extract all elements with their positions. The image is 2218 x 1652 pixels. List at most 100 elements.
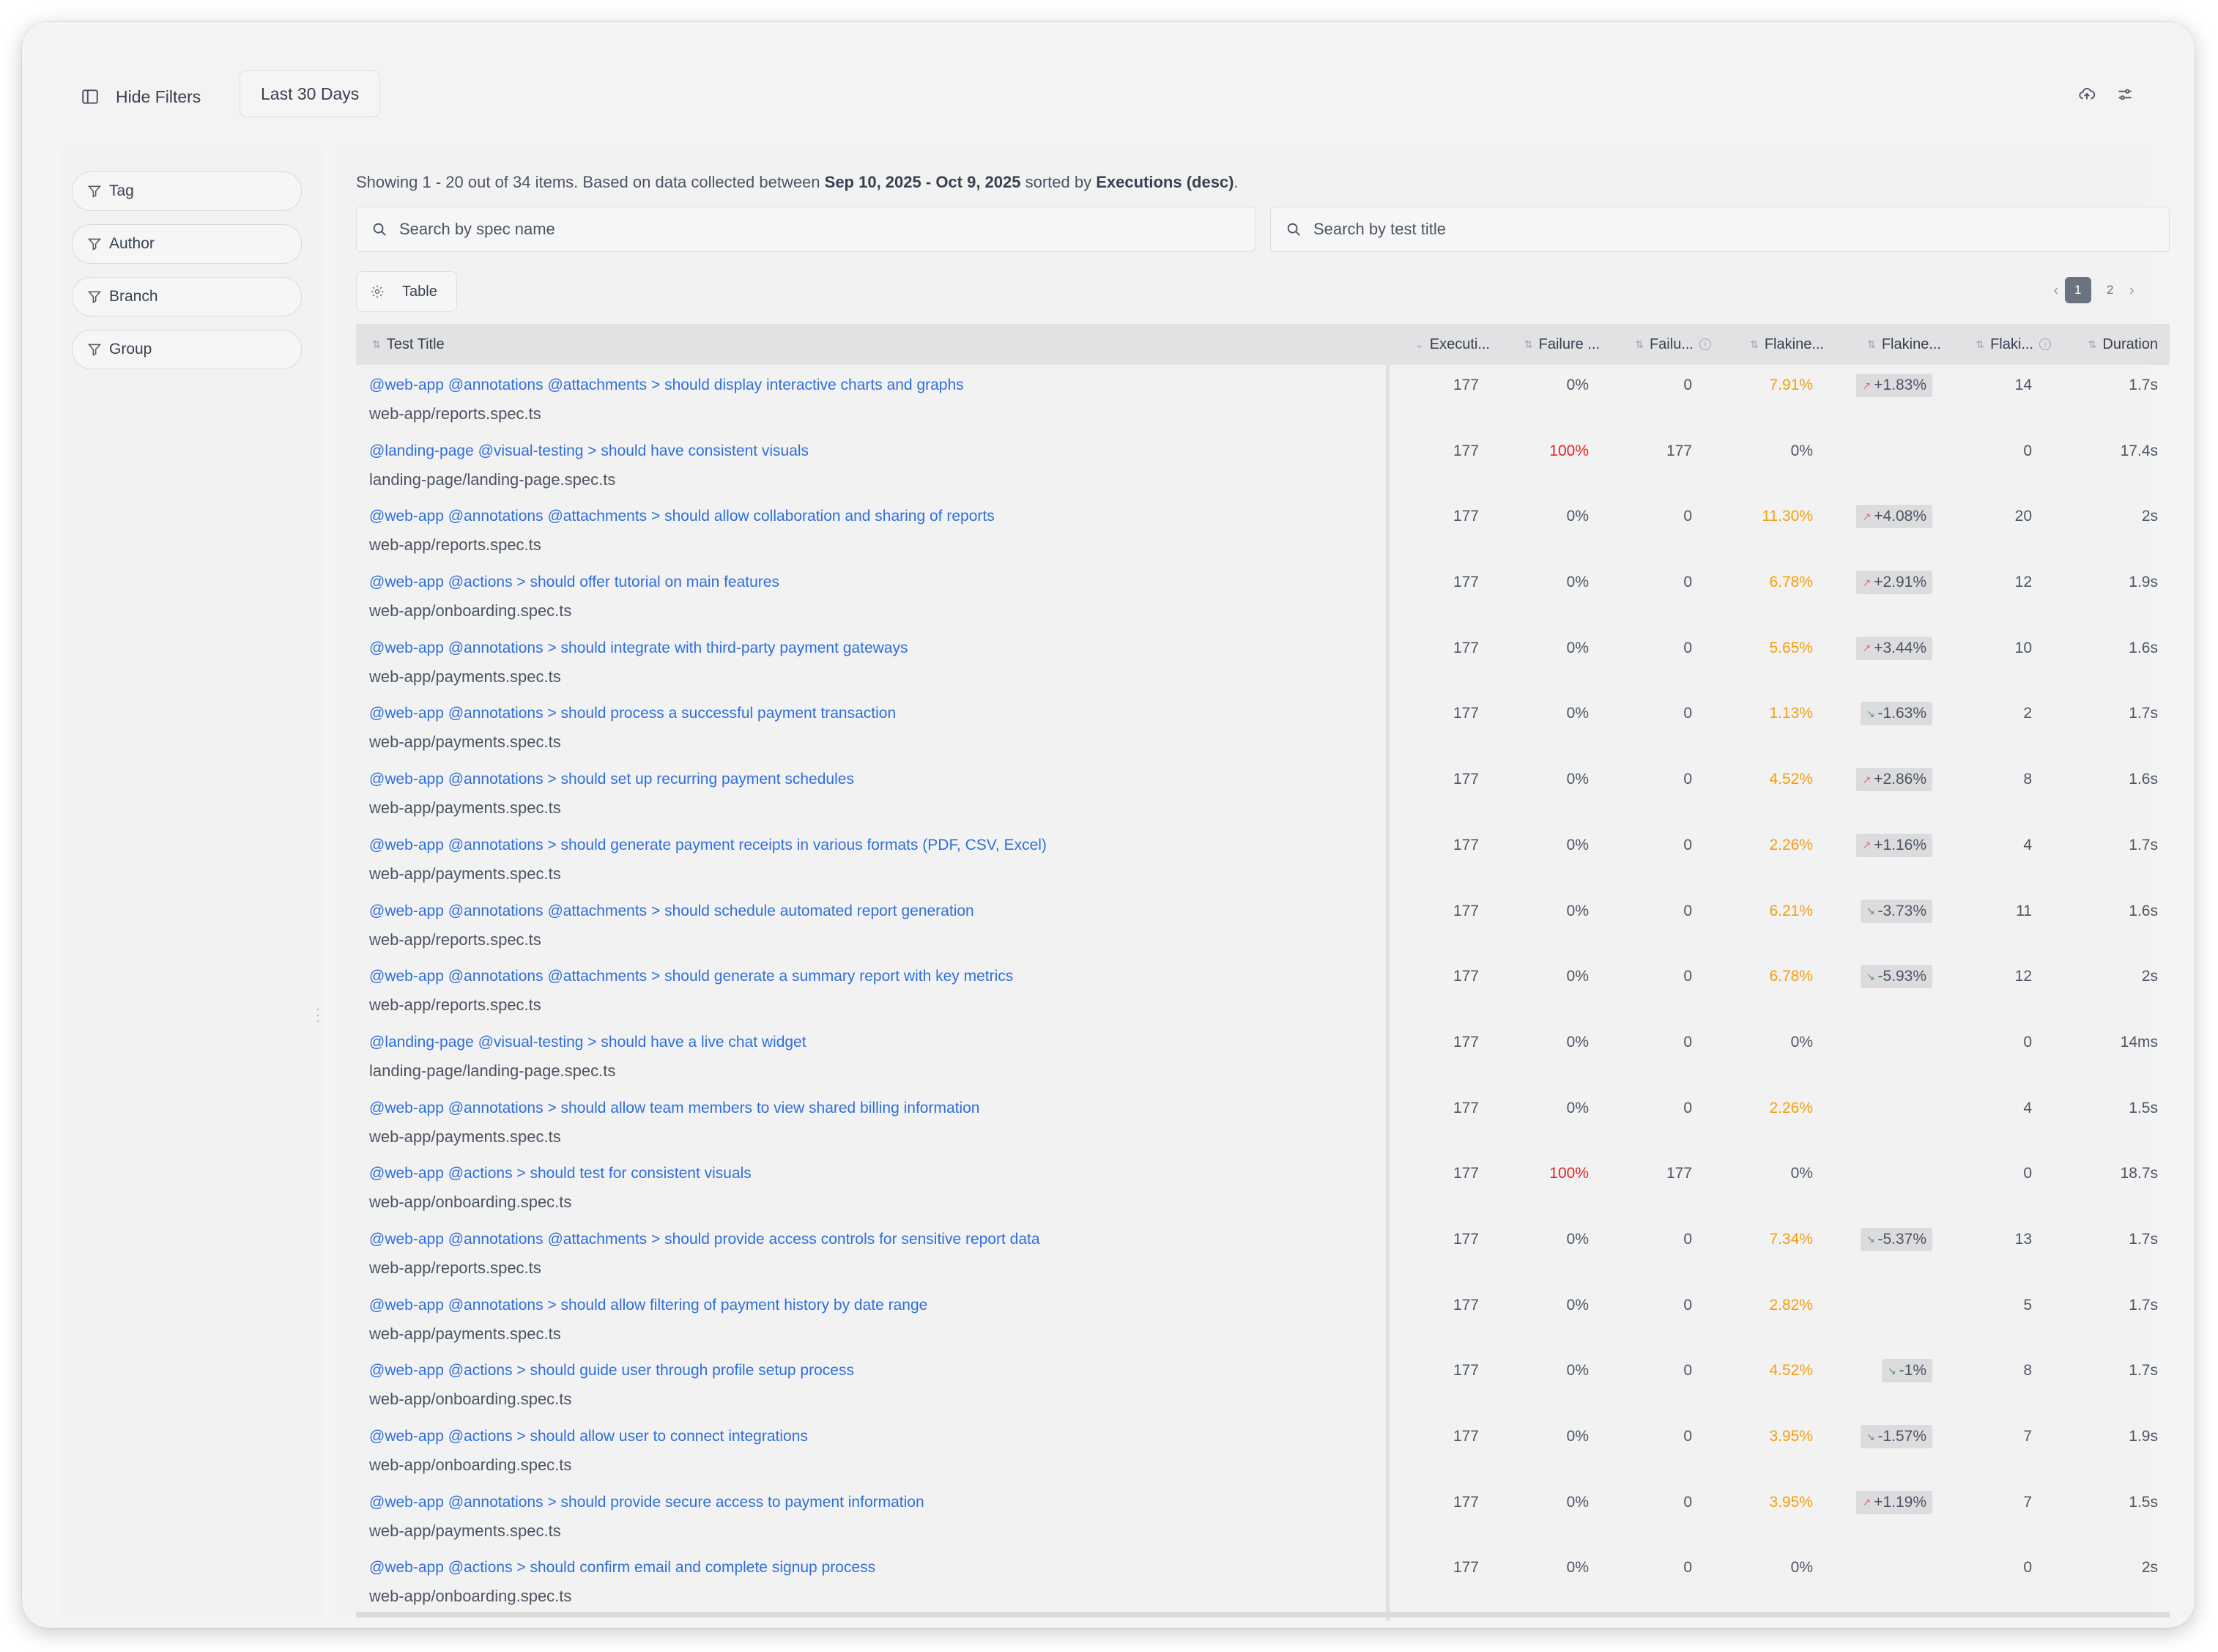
flaky-count-value: 0: [2023, 1033, 2032, 1051]
failures-value: 0: [1683, 968, 1692, 985]
flaky-count-value: 0: [2023, 442, 2032, 459]
cloud-upload-icon[interactable]: [2077, 85, 2096, 104]
filter-label: Tag: [109, 182, 134, 199]
table-row[interactable]: @web-app @annotations > should provide s…: [356, 1482, 2170, 1548]
table-row[interactable]: @web-app @annotations > should allow fil…: [356, 1285, 2170, 1351]
test-title-link[interactable]: @web-app @actions > should guide user th…: [369, 1362, 854, 1379]
table-row[interactable]: @web-app @annotations > should process a…: [356, 693, 2170, 759]
table-row[interactable]: @web-app @annotations @attachments > sho…: [356, 956, 2170, 1022]
trend-value: +1.19%: [1874, 1493, 1926, 1511]
test-title-link[interactable]: @web-app @actions > should test for cons…: [369, 1165, 752, 1182]
table-row[interactable]: @web-app @annotations > should integrate…: [356, 628, 2170, 694]
page-1-button[interactable]: 1: [2064, 277, 2091, 303]
flaky-count-value: 0: [2023, 1165, 2032, 1182]
filter-group[interactable]: Group: [72, 330, 302, 369]
trend-value: -5.37%: [1877, 1230, 1926, 1248]
table-row[interactable]: @landing-page @visual-testing > should h…: [356, 431, 2170, 497]
executions-value: 177: [1453, 377, 1479, 393]
info-icon[interactable]: i: [1699, 338, 1711, 350]
sidebar-resize-handle[interactable]: [316, 1002, 319, 1029]
tests-table: ⇅ Test Title ⌄ Executi... ⇅ Failure ... ⇅ Fa…: [356, 324, 2170, 1620]
table-row[interactable]: @web-app @annotations @attachments > sho…: [356, 365, 2170, 431]
test-title-link[interactable]: @web-app @annotations > should allow tea…: [369, 1100, 979, 1117]
test-title-link[interactable]: @web-app @annotations > should process a…: [369, 705, 896, 722]
col-test-title[interactable]: ⇅ Test Title: [372, 324, 812, 365]
table-row[interactable]: @web-app @actions > should allow user to…: [356, 1416, 2170, 1482]
next-page-button[interactable]: ›: [2129, 281, 2134, 300]
test-title-link[interactable]: @web-app @annotations @attachments > sho…: [369, 968, 1013, 985]
col-failure-rate[interactable]: ⇅ Failure ...: [1499, 324, 1600, 365]
test-title-link[interactable]: @web-app @actions > should offer tutoria…: [369, 574, 779, 591]
test-title-link[interactable]: @web-app @annotations > should set up re…: [369, 771, 854, 788]
flakiness-trend-badge: ↘ -1.57%: [1860, 1425, 1932, 1448]
table-row[interactable]: @landing-page @visual-testing > should h…: [356, 1022, 2170, 1088]
test-title-link[interactable]: @web-app @actions > should confirm email…: [369, 1559, 875, 1577]
spec-search-input[interactable]: Search by spec name: [356, 207, 1255, 252]
horizontal-scrollbar[interactable]: [356, 1612, 2170, 1618]
test-title-link[interactable]: @web-app @annotations @attachments > sho…: [369, 508, 995, 525]
duration-value: 1.7s: [2129, 1230, 2158, 1248]
test-title-link[interactable]: @web-app @annotations > should integrate…: [369, 640, 908, 657]
col-flakiness-rate[interactable]: ⇅ Flakine...: [1720, 324, 1824, 365]
col-executions[interactable]: ⌄ Executi...: [1391, 324, 1490, 365]
flakiness-rate-value: 6.78%: [1769, 968, 1813, 985]
title-search-input[interactable]: Search by test title: [1270, 207, 2170, 252]
table-row[interactable]: @web-app @actions > should confirm email…: [356, 1547, 2170, 1613]
duration-value: 1.7s: [2129, 705, 2158, 722]
test-title-link[interactable]: @web-app @annotations @attachments > sho…: [369, 1231, 1040, 1248]
test-title-link[interactable]: @web-app @annotations > should allow fil…: [369, 1297, 927, 1314]
filter-tag[interactable]: Tag: [72, 171, 302, 211]
info-icon[interactable]: i: [2039, 338, 2051, 350]
hide-filters-button[interactable]: Hide Filters: [81, 76, 201, 117]
table-row[interactable]: @web-app @annotations > should generate …: [356, 825, 2170, 891]
failure-rate-value: 0%: [1566, 902, 1589, 919]
filter-author[interactable]: Author: [72, 224, 302, 264]
flakiness-rate-value: 6.78%: [1769, 574, 1813, 591]
pagination: ‹ 1 2 ›: [2053, 277, 2134, 303]
col-failures[interactable]: ⇅ Failu... i: [1609, 324, 1711, 365]
test-title-link[interactable]: @web-app @annotations > should provide s…: [369, 1494, 924, 1511]
table-view-button[interactable]: Table: [356, 271, 457, 312]
flakiness-trend-badge: ↗ +2.91%: [1856, 571, 1932, 595]
test-title-link[interactable]: @web-app @annotations > should generate …: [369, 837, 1047, 854]
spec-file: web-app/reports.spec.ts: [369, 404, 541, 423]
trend-value: +2.86%: [1874, 771, 1926, 788]
spec-file: web-app/reports.spec.ts: [369, 536, 541, 555]
failures-value: 0: [1683, 1099, 1692, 1116]
filter-icon: [87, 344, 102, 356]
flakiness-rate-value: 2.82%: [1769, 1296, 1813, 1314]
flakiness-rate-value: 7.91%: [1769, 377, 1813, 393]
spec-file: landing-page/landing-page.spec.ts: [369, 1061, 616, 1080]
col-duration[interactable]: ⇅ Duration: [2055, 324, 2158, 365]
col-flaky[interactable]: ⇅ Flaki... i: [1947, 324, 2051, 365]
table-row[interactable]: @web-app @annotations @attachments > sho…: [356, 1219, 2170, 1285]
date-range-button[interactable]: Last 30 Days: [240, 70, 381, 117]
test-title-link[interactable]: @web-app @annotations @attachments > sho…: [369, 377, 964, 394]
table-row[interactable]: @web-app @annotations > should set up re…: [356, 759, 2170, 825]
summary-separator: -: [921, 173, 936, 191]
sliders-icon[interactable]: [2115, 85, 2134, 104]
filter-branch[interactable]: Branch: [72, 277, 302, 316]
col-flakiness-trend[interactable]: ⇅ Flakine...: [1830, 324, 1941, 365]
table-row[interactable]: @web-app @actions > should guide user th…: [356, 1350, 2170, 1416]
test-title-link[interactable]: @web-app @actions > should allow user to…: [369, 1428, 808, 1445]
table-row[interactable]: @web-app @actions > should test for cons…: [356, 1153, 2170, 1219]
spec-file: web-app/payments.spec.ts: [369, 1521, 561, 1540]
page-2-button[interactable]: 2: [2097, 277, 2124, 303]
trend-up-icon: ↗: [1862, 773, 1872, 785]
test-title-link[interactable]: @landing-page @visual-testing > should h…: [369, 442, 809, 460]
duration-value: 2s: [2141, 1559, 2158, 1577]
prev-page-button[interactable]: ‹: [2053, 281, 2058, 300]
app-window: Hide Filters Last 30 Days Tag Author Bra…: [22, 22, 2195, 1628]
flaky-count-value: 20: [2014, 508, 2032, 525]
table-row[interactable]: @web-app @annotations @attachments > sho…: [356, 496, 2170, 562]
test-title-link[interactable]: @landing-page @visual-testing > should h…: [369, 1034, 806, 1051]
table-row[interactable]: @web-app @annotations @attachments > sho…: [356, 891, 2170, 957]
flakiness-rate-value: 7.34%: [1769, 1230, 1813, 1248]
failure-rate-value: 100%: [1549, 1165, 1589, 1182]
table-row[interactable]: @web-app @actions > should offer tutoria…: [356, 562, 2170, 628]
table-row[interactable]: @web-app @annotations > should allow tea…: [356, 1088, 2170, 1154]
test-title-link[interactable]: @web-app @annotations @attachments > sho…: [369, 903, 974, 920]
flaky-count-value: 8: [2023, 771, 2032, 788]
spec-file: web-app/onboarding.spec.ts: [369, 1456, 572, 1474]
